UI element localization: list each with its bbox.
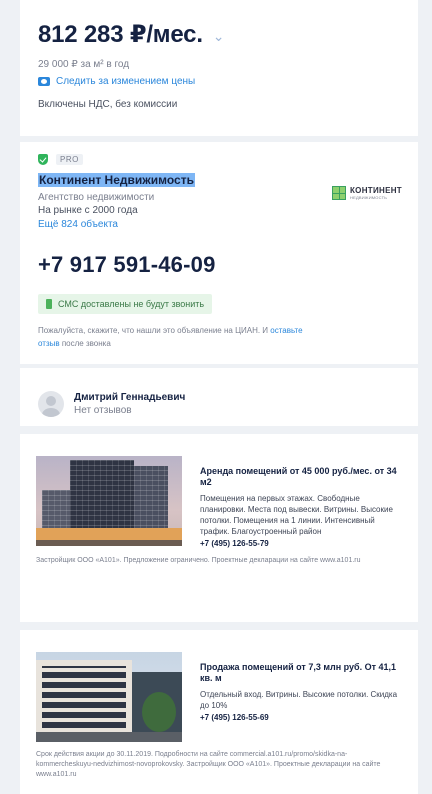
ad-banner[interactable]: Аренда помещений от 45 000 руб./мес. от … xyxy=(20,434,418,622)
ad-top: Аренда помещений от 45 000 руб./мес. от … xyxy=(36,456,402,548)
pro-badge: PRO xyxy=(56,154,83,165)
ad-title[interactable]: Аренда помещений от 45 000 руб./мес. от … xyxy=(200,466,402,488)
ad-text: Продажа помещений от 7,3 млн руб. От 41,… xyxy=(200,652,402,742)
follow-price-link[interactable]: Следить за изменением цены xyxy=(38,76,400,87)
ad-description: Помещения на первых этажах. Свободные пл… xyxy=(200,494,393,536)
agency-card: PRO Континент Недвижимость Агентство нед… xyxy=(20,142,418,364)
ad-building-image[interactable] xyxy=(36,652,182,742)
logo-text: КОНТИНЕНТ НЕДВИЖИМОСТЬ xyxy=(350,186,402,200)
price: 812 283 ₽/мес. xyxy=(38,21,203,48)
agency-phone[interactable]: +7 917 591-46-09 xyxy=(38,252,400,278)
call-note-text: Пожалуйста, скажите, что нашли это объяв… xyxy=(38,326,269,335)
avatar xyxy=(38,391,64,417)
vat-info: Включены НДС, без комиссии xyxy=(38,99,178,110)
logo-title: КОНТИНЕНТ xyxy=(350,186,402,195)
price-card: 812 283 ₽/мес. ⌄ 29 000 ₽ за м² в год Сл… xyxy=(20,0,418,136)
agency-name-link[interactable]: Континент Недвижимость xyxy=(38,173,195,187)
ad-top: Продажа помещений от 7,3 млн руб. От 41,… xyxy=(36,652,402,742)
contact-reviews: Нет отзывов xyxy=(74,405,132,416)
contact-name: Дмитрий Геннадьевич xyxy=(74,392,186,403)
ad-phone[interactable]: +7 (495) 126-55-79 xyxy=(200,539,402,548)
verified-shield-icon xyxy=(38,154,48,165)
ad-banner[interactable]: Продажа помещений от 7,3 млн руб. От 41,… xyxy=(20,630,418,794)
ad-disclaimer: Застройщик ООО «А101». Предложение огран… xyxy=(36,557,361,564)
camera-icon xyxy=(38,77,50,86)
phone-icon xyxy=(46,299,52,309)
ad-phone[interactable]: +7 (495) 126-55-69 xyxy=(200,713,402,722)
ad-title[interactable]: Продажа помещений от 7,3 млн руб. От 41,… xyxy=(200,662,402,684)
contact-info: Дмитрий Геннадьевич Нет отзывов xyxy=(74,392,185,416)
pro-row: PRO xyxy=(38,154,400,165)
agency-objects-link[interactable]: Ещё 824 объекта xyxy=(38,219,400,230)
call-note-tail: после звонка xyxy=(61,339,111,348)
call-note: Пожалуйста, скажите, что нашли это объяв… xyxy=(38,324,308,350)
sms-notice: СМС доставлены не будут звонить xyxy=(38,294,213,314)
agency-since: На рынке с 2000 года xyxy=(38,205,138,216)
price-per-m2: 29 000 ₽ за м² в год xyxy=(38,59,130,70)
chevron-down-icon[interactable]: ⌄ xyxy=(213,28,225,45)
ad-text: Аренда помещений от 45 000 руб./мес. от … xyxy=(200,456,402,548)
price-row: 812 283 ₽/мес. ⌄ xyxy=(38,20,400,49)
follow-price-label: Следить за изменением цены xyxy=(56,76,196,87)
ad-description: Отдельный вход. Витрины. Высокие потолки… xyxy=(200,690,398,710)
agency-logo[interactable]: КОНТИНЕНТ НЕДВИЖИМОСТЬ xyxy=(332,186,402,200)
ad-disclaimer: Срок действия акции до 30.11.2019. Подро… xyxy=(36,751,381,778)
logo-mark-icon xyxy=(332,186,346,200)
sms-notice-text: СМС доставлены не будут звонить xyxy=(58,299,205,309)
ad-building-image[interactable] xyxy=(36,456,182,546)
contact-card[interactable]: Дмитрий Геннадьевич Нет отзывов xyxy=(20,368,418,426)
logo-subtitle: НЕДВИЖИМОСТЬ xyxy=(350,195,388,200)
